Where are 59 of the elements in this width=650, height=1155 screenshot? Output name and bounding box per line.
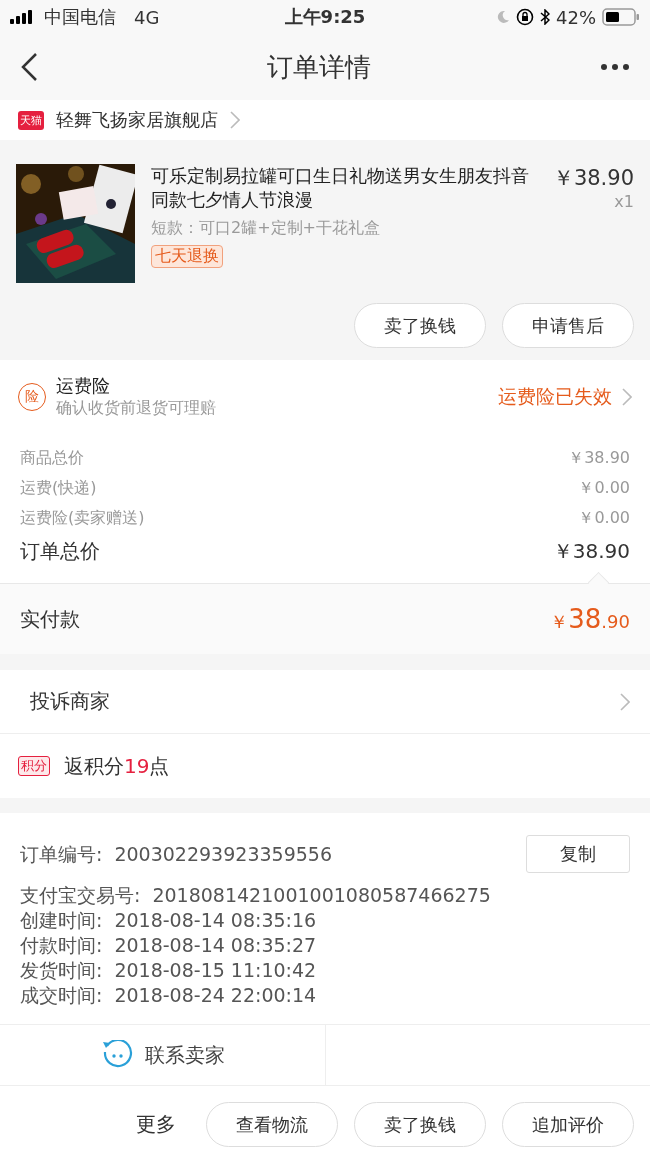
- cost-value: ￥38.90: [552, 538, 630, 565]
- info-label: 付款时间:: [20, 933, 103, 958]
- info-value: 2018081421001001080587466275: [152, 883, 491, 908]
- insurance-status[interactable]: 运费险已失效: [498, 383, 612, 410]
- action-button[interactable]: 卖了换钱: [354, 1102, 486, 1147]
- info-value: 2018-08-14 08:35:27: [114, 933, 317, 958]
- chevron-right-icon: [230, 111, 240, 129]
- chevron-right-icon: [620, 692, 630, 711]
- info-label: 订单编号:: [20, 841, 103, 867]
- action-button[interactable]: 查看物流: [206, 1102, 338, 1147]
- more-link[interactable]: 更多: [136, 1111, 176, 1138]
- chat-face-icon: [100, 1040, 133, 1070]
- insurance-title: 运费险: [56, 374, 111, 398]
- bluetooth-icon: [540, 9, 550, 25]
- info-value: 2018-08-15 11:10:42: [114, 958, 317, 983]
- product-quantity: x1: [614, 192, 634, 211]
- complaint-row[interactable]: 投诉商家: [0, 670, 650, 734]
- battery-icon: [602, 8, 640, 26]
- rotation-lock-icon: [516, 8, 534, 26]
- paid-label: 实付款: [20, 605, 80, 633]
- return-policy-tag: 七天退换: [151, 245, 223, 268]
- cost-label: 运费险(卖家赠送): [20, 507, 145, 529]
- moon-icon: [496, 10, 510, 24]
- cost-value: ￥0.00: [578, 507, 630, 529]
- action-button[interactable]: 申请售后: [502, 303, 634, 348]
- shop-row[interactable]: 天猫 轻舞飞扬家居旗舰店: [0, 100, 650, 140]
- action-button[interactable]: 追加评价: [502, 1102, 634, 1147]
- product-title[interactable]: 可乐定制易拉罐可口生日礼物送男女生朋友抖音同款七夕情人节浪漫: [151, 164, 537, 212]
- info-label: 成交时间:: [20, 983, 103, 1008]
- info-value: 200302293923359556: [114, 841, 332, 867]
- cost-label: 运费(快递): [20, 477, 97, 499]
- cost-label: 商品总价: [20, 447, 84, 469]
- carrier-name: 中国电信: [44, 5, 116, 29]
- action-button[interactable]: 卖了换钱: [354, 303, 486, 348]
- chevron-right-icon: [622, 387, 632, 406]
- info-label: 创建时间:: [20, 908, 103, 933]
- battery-percent: 42%: [556, 6, 596, 28]
- insurance-description: 确认收货前退货可理赔: [56, 398, 217, 419]
- product-price: ￥38.90: [552, 165, 634, 192]
- page-title: 订单详情: [267, 50, 371, 84]
- info-label: 支付宝交易号:: [20, 883, 141, 908]
- paid-amount: ￥38.90: [550, 604, 630, 634]
- copy-button[interactable]: 复制: [526, 835, 630, 873]
- cost-label: 订单总价: [20, 538, 100, 565]
- back-icon[interactable]: [20, 52, 38, 82]
- complaint-label: 投诉商家: [30, 688, 110, 715]
- points-badge: 积分: [18, 756, 50, 776]
- more-icon[interactable]: [600, 63, 630, 71]
- cost-value: ￥38.90: [568, 447, 630, 469]
- product-variant: 短款：可口2罐+定制+干花礼盒: [151, 218, 380, 239]
- info-label: 发货时间:: [20, 958, 103, 983]
- info-value: 2018-08-24 22:00:14: [114, 983, 317, 1008]
- shop-name: 轻舞飞扬家居旗舰店: [56, 108, 218, 132]
- info-value: 2018-08-14 08:35:16: [114, 908, 317, 933]
- points-text: 返积分19点: [64, 752, 170, 780]
- store-badge: 天猫: [18, 110, 44, 130]
- status-time: 上午9:25: [284, 5, 366, 29]
- network-type: 4G: [134, 6, 160, 28]
- cost-value: ￥0.00: [578, 477, 630, 499]
